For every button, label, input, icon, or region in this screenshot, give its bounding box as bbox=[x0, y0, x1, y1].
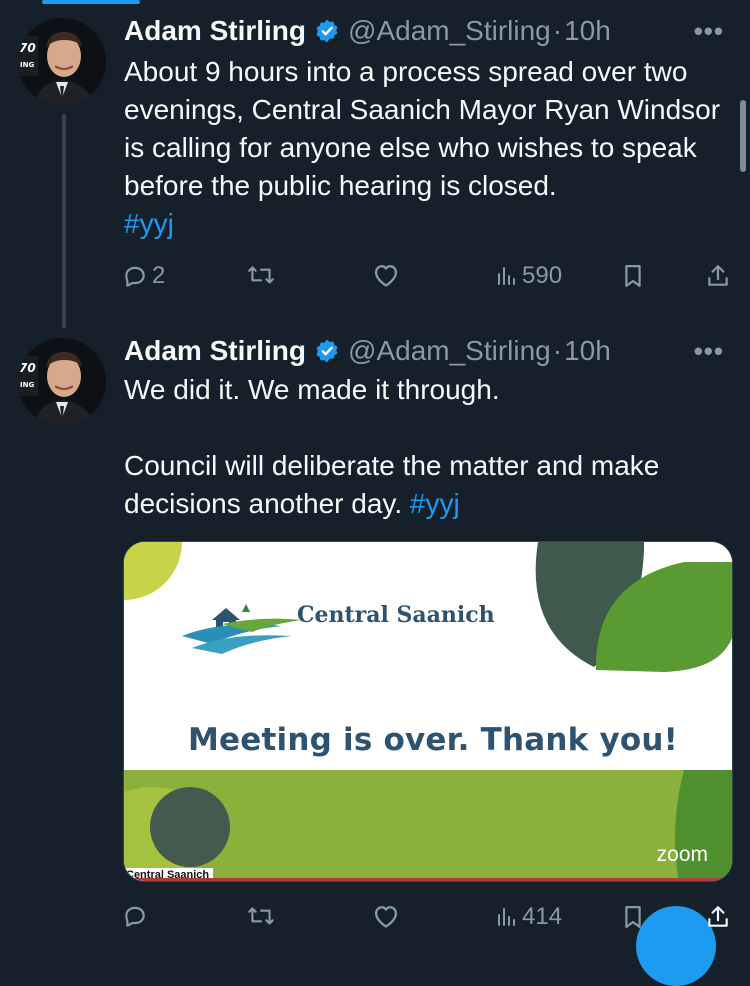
svg-text:ING: ING bbox=[20, 61, 34, 69]
tweet-text: About 9 hours into a process spread over… bbox=[124, 53, 744, 243]
slide-graphics bbox=[124, 542, 732, 881]
bookmark-button[interactable] bbox=[622, 262, 644, 290]
slide-brand-name: Central Saanich bbox=[297, 602, 495, 628]
share-button[interactable] bbox=[705, 262, 731, 290]
views-icon bbox=[498, 267, 515, 285]
author-name[interactable]: Adam Stirling bbox=[124, 15, 306, 47]
avatar[interactable]: 70 ING bbox=[18, 18, 106, 106]
zoom-logo: zoom bbox=[656, 843, 708, 866]
hashtag-link[interactable]: #yyj bbox=[410, 488, 460, 519]
svg-text:70: 70 bbox=[19, 41, 36, 55]
reply-icon bbox=[125, 266, 145, 287]
tweet-header: Adam Stirling @Adam_Stirling · 10h bbox=[124, 333, 611, 369]
retweet-icon bbox=[248, 266, 274, 284]
avatar[interactable]: 70 ING bbox=[18, 338, 106, 426]
separator-dot: · bbox=[552, 335, 563, 366]
media-image[interactable]: Central Saanich Meeting is over. Thank y… bbox=[123, 541, 733, 882]
views-count: 414 bbox=[522, 903, 563, 930]
thread-line bbox=[62, 114, 66, 328]
tweet-header: Adam Stirling @Adam_Stirling · 10h bbox=[124, 13, 611, 49]
slide-title: Meeting is over. Thank you! bbox=[188, 722, 678, 758]
views-button[interactable]: 414 bbox=[496, 903, 562, 931]
like-button[interactable] bbox=[372, 262, 400, 288]
views-icon bbox=[498, 908, 515, 926]
author-handle[interactable]: @Adam_Stirling bbox=[348, 335, 551, 367]
tweet-body: We did it. We made it through. Council w… bbox=[124, 374, 660, 519]
more-icon[interactable]: ••• bbox=[694, 336, 724, 367]
author-name[interactable]: Adam Stirling bbox=[124, 335, 306, 367]
compose-button[interactable] bbox=[636, 906, 716, 986]
like-icon bbox=[374, 906, 398, 928]
video-progress-bar bbox=[124, 878, 732, 881]
author-handle[interactable]: @Adam_Stirling bbox=[348, 15, 551, 47]
separator-dot: · bbox=[552, 15, 563, 46]
tweet-body: About 9 hours into a process spread over… bbox=[124, 56, 728, 201]
top-tab-indicator bbox=[42, 0, 140, 4]
svg-text:70: 70 bbox=[19, 361, 36, 375]
tweet-text: We did it. We made it through. Council w… bbox=[124, 371, 744, 523]
hashtag-link[interactable]: #yyj bbox=[124, 208, 174, 239]
share-icon bbox=[708, 906, 728, 927]
share-icon bbox=[708, 265, 728, 286]
reply-button[interactable]: 2 bbox=[122, 262, 165, 290]
retweet-button[interactable] bbox=[246, 262, 276, 288]
svg-text:ING: ING bbox=[20, 381, 34, 389]
views-button[interactable]: 590 bbox=[496, 262, 562, 290]
timestamp[interactable]: 10h bbox=[564, 15, 611, 47]
like-button[interactable] bbox=[372, 903, 400, 929]
reply-icon bbox=[125, 906, 145, 927]
bookmark-icon bbox=[625, 265, 641, 288]
retweet-icon bbox=[248, 907, 274, 925]
timestamp[interactable]: 10h bbox=[564, 335, 611, 367]
like-icon bbox=[374, 265, 398, 287]
verified-badge-icon bbox=[314, 338, 340, 364]
views-count: 590 bbox=[522, 262, 563, 289]
share-button[interactable] bbox=[705, 903, 731, 931]
more-icon[interactable]: ••• bbox=[694, 16, 724, 47]
reply-button[interactable] bbox=[122, 903, 148, 929]
retweet-button[interactable] bbox=[246, 903, 276, 929]
reply-count: 2 bbox=[152, 262, 166, 289]
verified-badge-icon bbox=[314, 18, 340, 44]
